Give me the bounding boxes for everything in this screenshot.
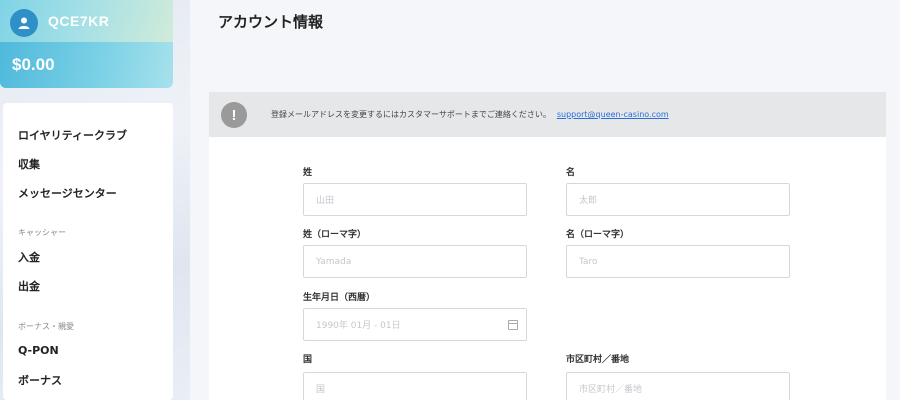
last-name-roman-label: 姓（ローマ字）: [303, 230, 367, 240]
user-card: QCE7KR $0.00: [0, 0, 173, 88]
last-name-label: 姓: [303, 168, 313, 178]
notice-bar: ! 登録メールアドレスを変更するにはカスタマーサポートまでご連絡ください。 sup…: [209, 92, 886, 137]
calendar-icon[interactable]: [508, 320, 518, 330]
username: QCE7KR: [48, 13, 110, 29]
sidebar-section-cashier: キャッシャー: [18, 228, 66, 237]
notice-text: 登録メールアドレスを変更するにはカスタマーサポートまでご連絡ください。 suppo…: [271, 109, 669, 120]
last-name-input[interactable]: 山田: [303, 183, 527, 216]
first-name-roman-input[interactable]: Taro: [566, 245, 790, 278]
support-email-link[interactable]: support@queen-casino.com: [557, 110, 669, 119]
sidebar-item-loyalty-club[interactable]: ロイヤリティークラブ: [18, 127, 127, 143]
sidebar-item-withdraw[interactable]: 出金: [18, 278, 40, 294]
first-name-input[interactable]: 太郎: [566, 183, 790, 216]
account-form: 姓 山田 名 太郎 姓（ローマ字） Yamada 名（ローマ字） Taro 生年…: [209, 137, 886, 400]
sidebar-item-qpon[interactable]: Q-PON: [18, 344, 59, 357]
notice-message: 登録メールアドレスを変更するにはカスタマーサポートまでご連絡ください。: [271, 110, 551, 119]
country-label: 国: [303, 355, 313, 365]
first-name-label: 名: [566, 168, 576, 178]
sidebar-item-deposit[interactable]: 入金: [18, 249, 40, 265]
alert-icon: !: [221, 102, 247, 128]
account-balance: $0.00: [12, 55, 55, 74]
user-avatar-icon[interactable]: [10, 9, 38, 37]
sidebar-item-message-center[interactable]: メッセージセンター: [18, 185, 117, 201]
sidebar-section-bonus: ボーナス・親愛: [18, 322, 74, 331]
page-title: アカウント情報: [218, 13, 324, 31]
last-name-roman-input[interactable]: Yamada: [303, 245, 527, 278]
first-name-roman-label: 名（ローマ字）: [566, 230, 630, 240]
birthdate-input[interactable]: 1990年 01月 - 01日: [303, 308, 527, 341]
sidebar-menu: ロイヤリティークラブ 収集 メッセージセンター キャッシャー 入金 出金 ボーナ…: [3, 103, 173, 400]
city-input[interactable]: 市区町村／番地: [566, 372, 790, 400]
country-select[interactable]: 国: [303, 372, 527, 400]
sidebar-item-collection[interactable]: 収集: [18, 156, 40, 172]
birthdate-placeholder: 1990年 01月 - 01日: [316, 321, 401, 331]
sidebar-item-bonus[interactable]: ボーナス: [18, 372, 62, 388]
birthdate-label: 生年月日（西暦）: [303, 293, 376, 303]
city-label: 市区町村／番地: [566, 355, 630, 365]
